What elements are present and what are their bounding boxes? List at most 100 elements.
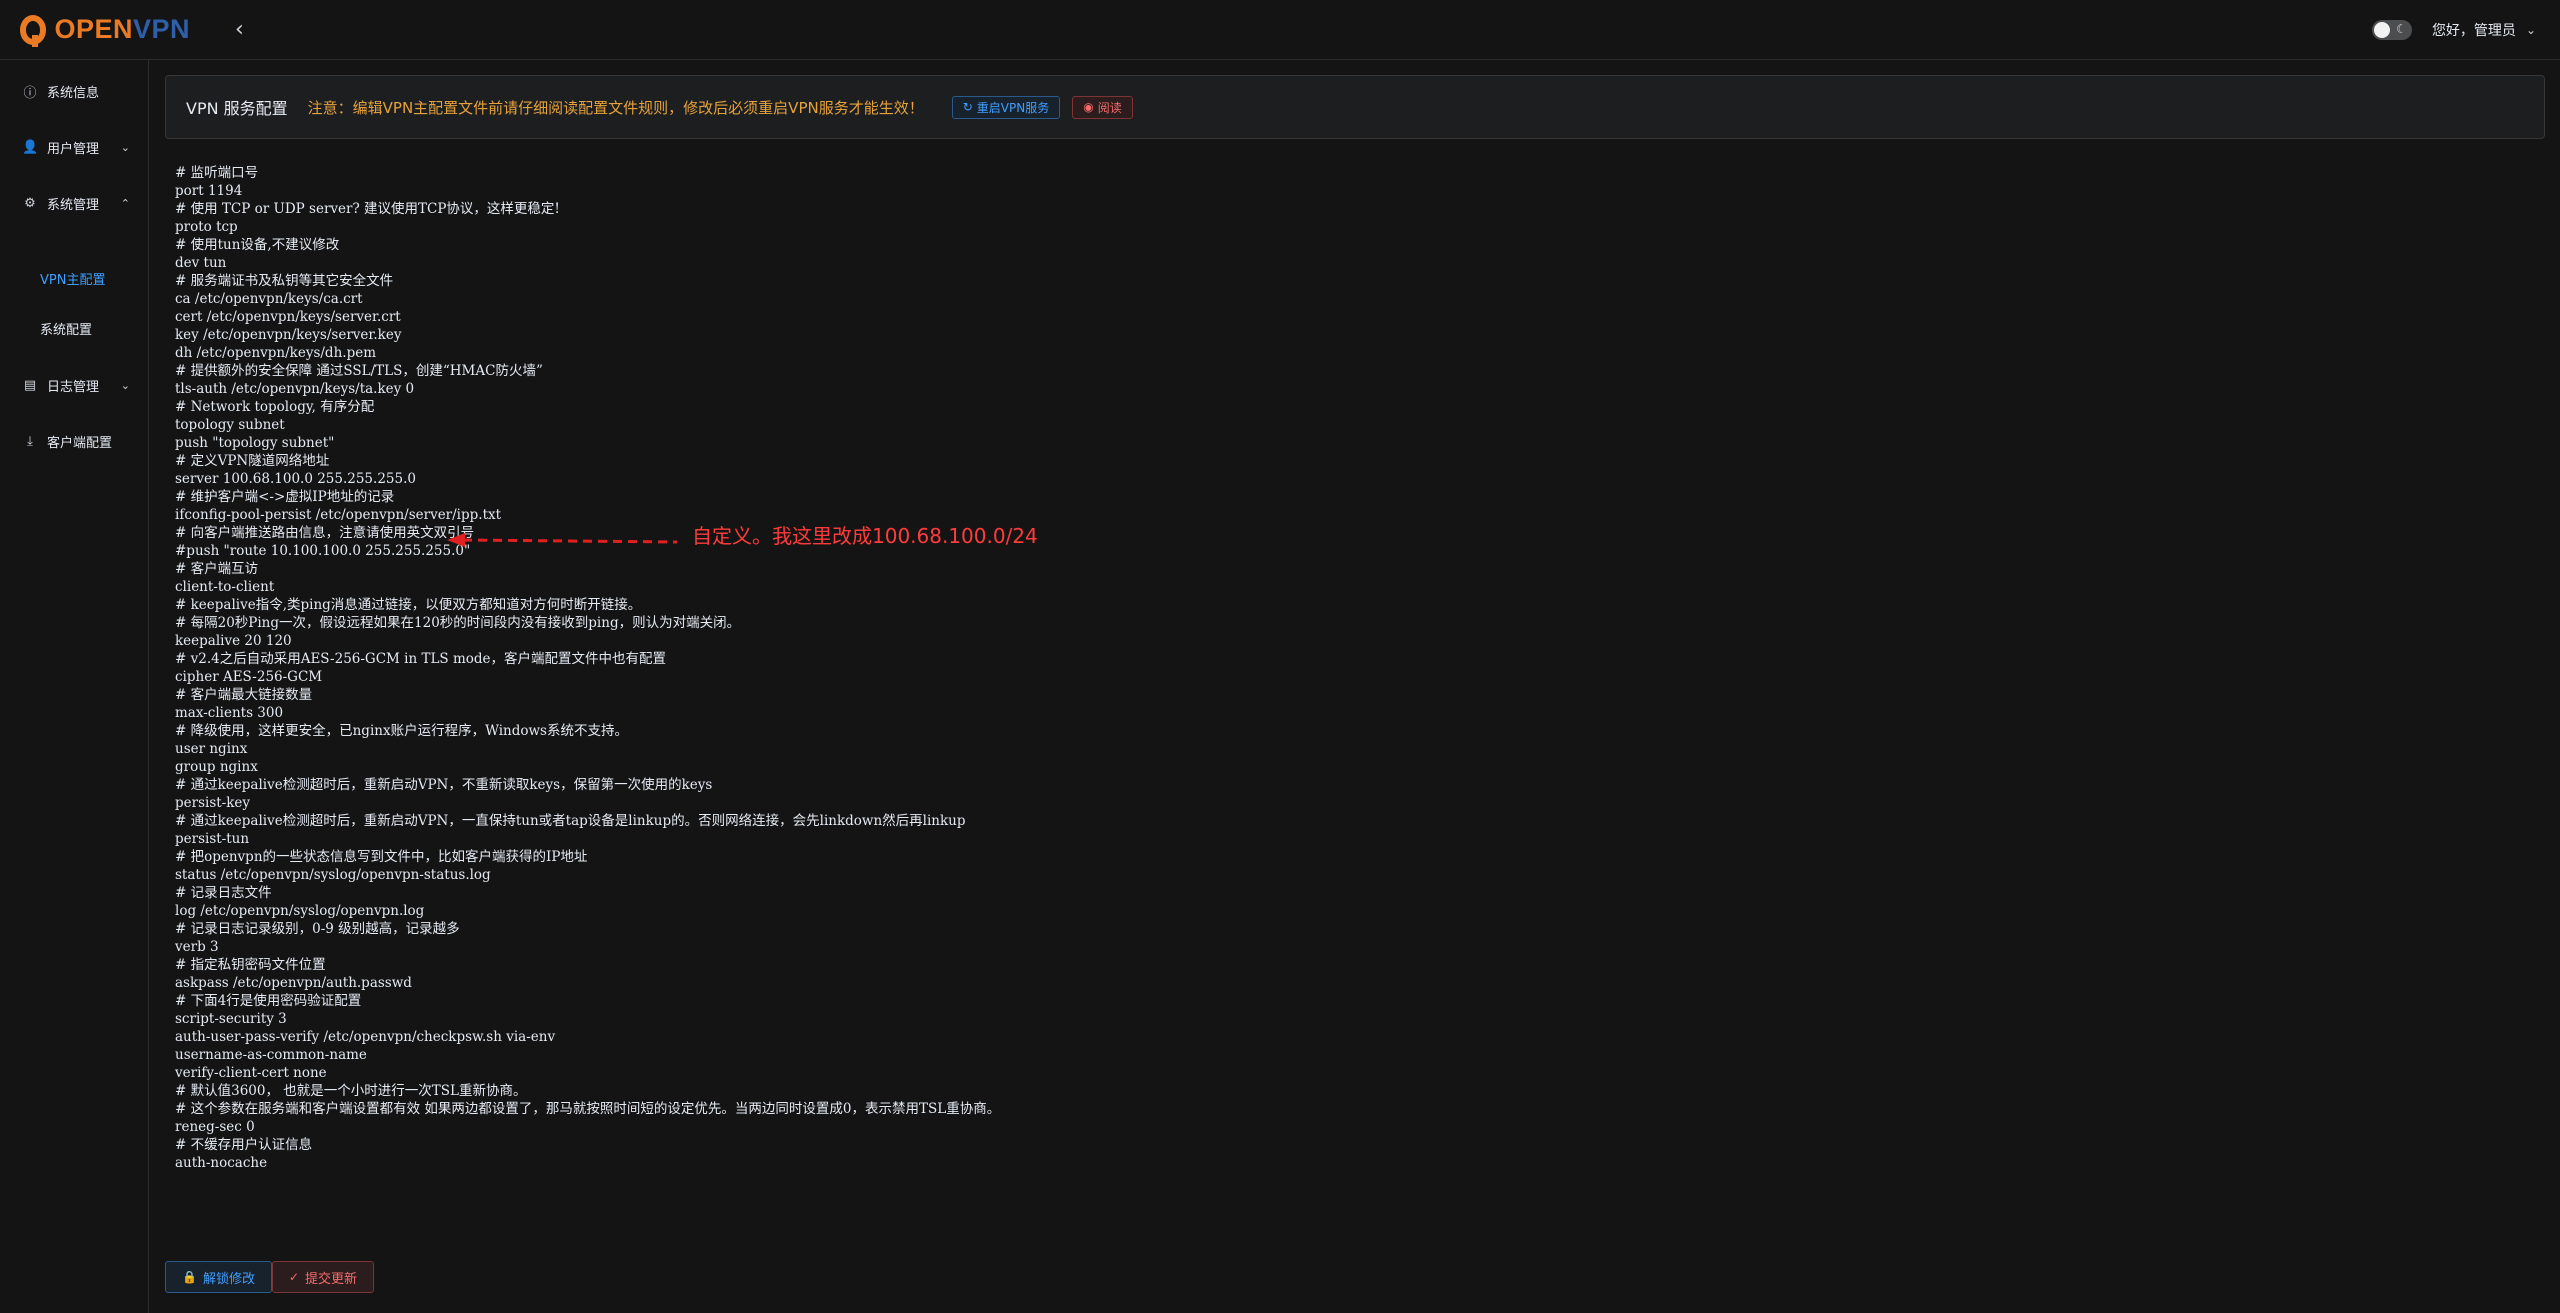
config-line: keepalive 20 120 <box>175 633 292 649</box>
sidebar-subitem-system-config[interactable]: 系统配置 <box>0 303 148 353</box>
chevron-down-icon[interactable]: ⌄ <box>2526 23 2536 37</box>
vpn-config-header-card: VPN 服务配置 注意：编辑VPN主配置文件前请仔细阅读配置文件规则，修改后必须… <box>165 75 2545 139</box>
config-line: script-security 3 <box>175 1011 287 1027</box>
config-line: user nginx <box>175 741 248 757</box>
collapse-sidebar-chevron-left-icon[interactable]: ‹ <box>235 17 244 42</box>
config-line: log /etc/openvpn/syslog/openvpn.log <box>175 903 425 919</box>
config-line: # 下面4行是使用密码验证配置 <box>175 993 362 1009</box>
sidebar-item-label: 客户端配置 <box>47 435 113 451</box>
config-line: # Network topology, 有序分配 <box>175 399 375 415</box>
restart-vpn-button[interactable]: ↻ 重启VPN服务 <box>951 95 1061 119</box>
config-line: verify-client-cert none <box>175 1065 327 1081</box>
dark-mode-toggle[interactable]: ☾ <box>2371 19 2412 40</box>
restart-vpn-label: 重启VPN服务 <box>976 100 1050 115</box>
sidebar-item-system-info[interactable]: ⓘ 系统信息 <box>0 63 148 119</box>
sidebar-item-label: 系统管理 <box>47 197 100 213</box>
config-line: askpass /etc/openvpn/auth.passwd <box>175 975 412 991</box>
config-line: port 1194 <box>175 183 243 199</box>
page-title: VPN 服务配置 <box>186 99 288 118</box>
config-line: # 使用 TCP or UDP server? 建议使用TCP协议，这样更稳定! <box>175 201 560 217</box>
toggle-knob <box>2373 21 2390 38</box>
submit-update-label: 提交更新 <box>305 1271 358 1287</box>
user-icon: 👤 <box>22 139 39 155</box>
moon-icon: ☾ <box>2396 21 2407 36</box>
sidebar-item-label: 用户管理 <box>47 141 100 157</box>
read-button[interactable]: ◉ 阅读 <box>1072 95 1133 119</box>
config-line: status /etc/openvpn/syslog/openvpn-statu… <box>175 867 491 883</box>
config-line: tls-auth /etc/openvpn/keys/ta.key 0 <box>175 381 415 397</box>
config-line: key /etc/openvpn/keys/server.key <box>175 327 402 343</box>
config-line: # 这个参数在服务端和客户端设置都有效 如果两边都设置了，那马就按照时间短的设定… <box>175 1101 1001 1117</box>
logo-open-text: OPEN <box>54 14 133 44</box>
lock-icon: 🔒 <box>182 1270 197 1284</box>
config-line: # 客户端最大链接数量 <box>175 687 313 703</box>
chevron-down-icon: ⌄ <box>120 378 130 392</box>
unlock-edit-button[interactable]: 🔒 解锁修改 <box>165 1261 272 1293</box>
sidebar-item-label: 系统信息 <box>47 85 100 101</box>
config-line: # 通过keepalive检测超时后，重新启动VPN，不重新读取keys，保留第… <box>175 777 713 793</box>
sidebar-item-log-management[interactable]: ▤ 日志管理 ⌄ <box>0 357 148 413</box>
unlock-edit-label: 解锁修改 <box>202 1271 255 1287</box>
read-label: 阅读 <box>1097 100 1122 115</box>
annotation-text: 自定义。我这里改成100.68.100.0/24 <box>692 524 1038 548</box>
config-line: # 把openvpn的一些状态信息写到文件中，比如客户端获得的IP地址 <box>175 849 588 865</box>
config-line: proto tcp <box>175 219 238 235</box>
config-line: # 提供额外的安全保障 通过SSL/TLS，创建“HMAC防火墙” <box>175 363 543 379</box>
config-line: # 维护客户端<->虚拟IP地址的记录 <box>175 489 395 505</box>
config-line: persist-tun <box>175 831 250 847</box>
config-line: topology subnet <box>175 417 285 433</box>
config-line: # 监听端口号 <box>175 165 259 181</box>
config-line: # 记录日志记录级别，0-9 级别越高，记录越多 <box>175 921 460 937</box>
top-header: OPENVPN ‹ ☾ 您好，管理员 ⌄ <box>0 0 2560 60</box>
warning-notice: 注意：编辑VPN主配置文件前请仔细阅读配置文件规则，修改后必须重启VPN服务才能… <box>307 98 924 117</box>
sidebar-subitem-vpn-main-config[interactable]: VPN主配置 <box>0 253 148 303</box>
annotation-arrow <box>447 533 678 547</box>
config-line: # keepalive指令,类ping消息通过链接，以便双方都知道对方何时断开链… <box>175 597 642 613</box>
main-content: VPN 服务配置 注意：编辑VPN主配置文件前请仔细阅读配置文件规则，修改后必须… <box>150 60 2560 1313</box>
sidebar-item-system-management[interactable]: ⚙ 系统管理 ⌃ <box>0 175 148 231</box>
config-line: # 每隔20秒Ping一次，假设远程如果在120秒的时间段内没有接收到ping，… <box>175 615 741 631</box>
config-editor[interactable]: # 监听端口号 port 1194 # 使用 TCP or UDP server? … <box>175 164 1000 1172</box>
logo-vpn-text: VPN <box>132 14 190 44</box>
config-line: username-as-common-name <box>175 1047 367 1063</box>
config-line: verb 3 <box>175 939 219 955</box>
config-line: max-clients 300 <box>175 705 284 721</box>
sidebar-item-client-config[interactable]: ⤓ 客户端配置 <box>0 413 148 469</box>
submit-update-button[interactable]: ✓ 提交更新 <box>271 1261 375 1293</box>
config-line: # 不缓存用户认证信息 <box>175 1137 313 1153</box>
config-line: # 指定私钥密码文件位置 <box>175 957 326 973</box>
config-line: cipher AES-256-GCM <box>175 669 323 685</box>
refresh-icon: ↻ <box>962 100 973 114</box>
config-line: # 使用tun设备,不建议修改 <box>175 237 340 253</box>
user-greeting[interactable]: 您好，管理员 <box>2432 20 2516 40</box>
config-line: group nginx <box>175 759 258 775</box>
chevron-down-icon: ⌄ <box>120 140 130 154</box>
check-icon: ✓ <box>288 1270 300 1284</box>
info-icon: ⓘ <box>23 85 37 101</box>
sidebar-item-user-management[interactable]: 👤 用户管理 ⌄ <box>0 119 148 175</box>
config-line: server 100.68.100.0 255.255.255.0 <box>175 471 416 487</box>
config-line: # 定义VPN隧道网络地址 <box>175 453 330 469</box>
gear-icon: ⚙ <box>24 195 36 211</box>
config-line: auth-nocache <box>175 1155 268 1171</box>
openvpn-logo-icon <box>20 14 47 47</box>
config-line: persist-key <box>175 795 251 811</box>
config-line: dev tun <box>175 255 227 271</box>
config-line: auth-user-pass-verify /etc/openvpn/check… <box>175 1029 556 1045</box>
config-line: # v2.4之后自动采用AES-256-GCM in TLS mode，客户端配… <box>175 651 667 667</box>
config-line: dh /etc/openvpn/keys/dh.pem <box>175 345 376 361</box>
config-line: # 记录日志文件 <box>175 885 272 901</box>
config-line: cert /etc/openvpn/keys/server.crt <box>175 309 401 325</box>
document-icon: ▤ <box>23 377 37 393</box>
config-line: # 降级使用，这样更安全，已nginx账户运行程序，Windows系统不支持。 <box>175 723 628 739</box>
openvpn-logo: OPENVPN <box>20 14 190 47</box>
config-line: reneg-sec 0 <box>175 1119 255 1135</box>
eye-icon: ◉ <box>1083 100 1094 114</box>
config-line: push "topology subnet" <box>175 435 335 451</box>
sidebar-item-label: 日志管理 <box>47 379 100 395</box>
config-line: # 通过keepalive检测超时后，重新启动VPN，一直保持tun或者tap设… <box>175 813 966 829</box>
sidebar: ⓘ 系统信息 👤 用户管理 ⌄ ⚙ 系统管理 ⌃ VPN主配置 系统配置 ▤ 日… <box>0 60 149 1313</box>
header-right: ☾ 您好，管理员 ⌄ <box>2371 19 2536 40</box>
config-line: # 客户端互访 <box>175 561 259 577</box>
download-icon: ⤓ <box>27 433 33 449</box>
